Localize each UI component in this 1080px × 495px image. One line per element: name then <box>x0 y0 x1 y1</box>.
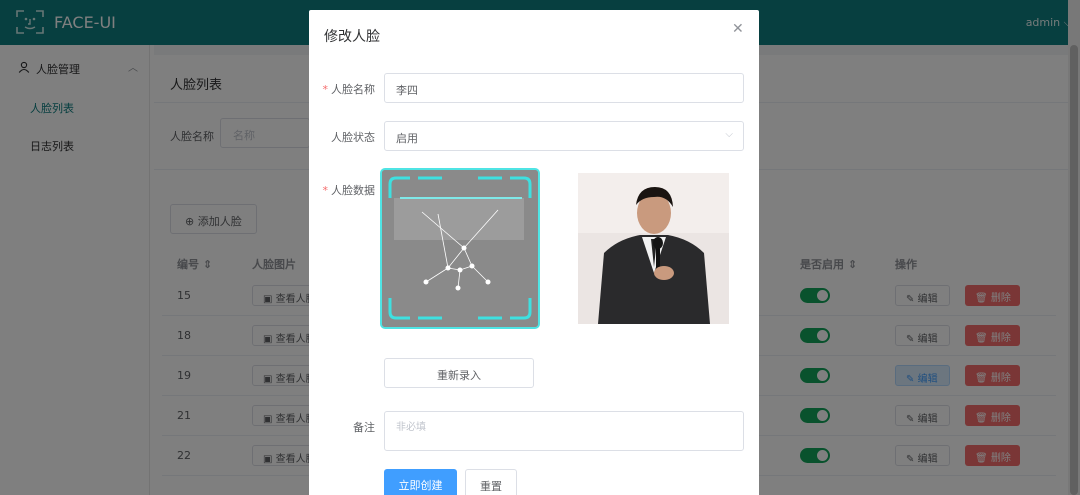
face-status-select[interactable]: 启用 ⌵ <box>384 121 744 151</box>
required-mark: * <box>322 184 329 197</box>
name-label-text: 人脸名称 <box>331 83 375 96</box>
face-scan-preview <box>380 168 540 329</box>
re-enter-button[interactable]: 重新录入 <box>384 358 534 388</box>
face-scan-frame-icon <box>382 170 538 327</box>
submit-create-button[interactable]: 立即创建 <box>384 469 457 495</box>
person-photo-image <box>578 173 729 324</box>
remark-field-label: 备注 <box>353 421 375 434</box>
chevron-down-icon: ⌵ <box>725 129 733 140</box>
face-name-input[interactable]: 李四 <box>384 73 744 103</box>
required-mark: * <box>322 83 329 96</box>
face-data-field-label: * 人脸数据 <box>309 182 376 198</box>
dialog-title: 修改人脸 <box>324 29 380 45</box>
close-icon[interactable]: ✕ <box>732 21 744 37</box>
name-field-label: * 人脸名称 <box>309 81 376 97</box>
status-selected-value: 启用 <box>396 132 418 145</box>
remark-textarea[interactable]: 非必填 <box>384 411 744 451</box>
face-data-label-text: 人脸数据 <box>331 184 375 197</box>
reset-button[interactable]: 重置 <box>465 469 517 495</box>
edit-face-dialog: 修改人脸 ✕ * 人脸名称 李四 人脸状态 启用 ⌵ * 人脸数据 重新录入 备… <box>309 10 759 495</box>
status-field-label: 人脸状态 <box>331 131 375 144</box>
face-photo <box>578 173 729 324</box>
